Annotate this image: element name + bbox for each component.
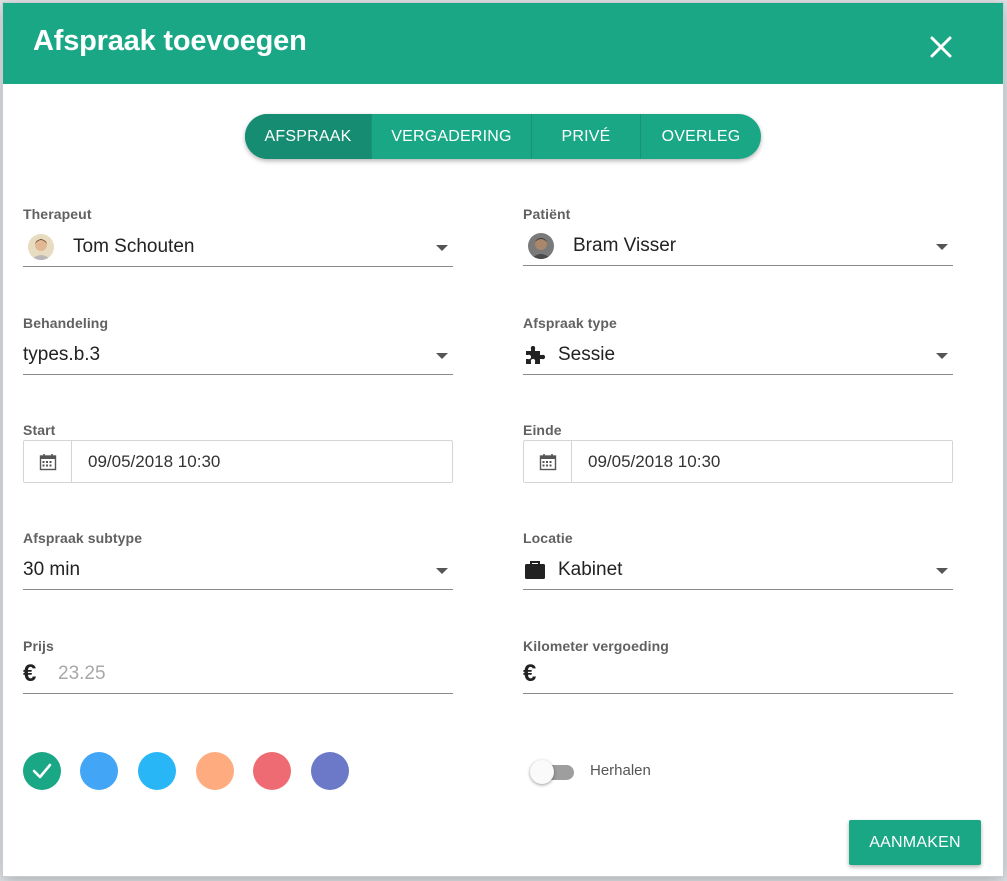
color-swatch[interactable]	[253, 752, 291, 790]
therapist-value: Tom Schouten	[73, 236, 195, 257]
price-input[interactable]: € 23.25	[23, 654, 453, 694]
price-label: Prijs	[23, 638, 54, 654]
color-swatch[interactable]	[196, 752, 234, 790]
dialog-header: Afspraak toevoegen	[3, 3, 1003, 84]
tab-overleg[interactable]: OVERLEG	[640, 114, 761, 159]
patient-avatar	[528, 233, 554, 259]
start-value: 09/05/2018 10:30	[88, 452, 221, 471]
appointment-type-value: Sessie	[558, 344, 616, 365]
repeat-label: Herhalen	[590, 762, 651, 779]
chevron-down-icon	[936, 353, 948, 359]
check-icon	[32, 763, 52, 779]
repeat-toggle[interactable]	[530, 760, 576, 786]
price-placeholder: 23.25	[58, 663, 106, 684]
briefcase-icon	[525, 561, 545, 579]
treatment-select[interactable]: types.b.3	[23, 335, 453, 375]
end-value: 09/05/2018 10:30	[588, 452, 721, 471]
treatment-label: Behandeling	[23, 315, 109, 331]
create-button[interactable]: AANMAKEN	[849, 820, 981, 865]
mileage-input[interactable]: €	[523, 654, 953, 694]
chevron-down-icon	[436, 353, 448, 359]
euro-icon: €	[523, 660, 537, 687]
location-value: Kabinet	[558, 559, 623, 580]
chevron-down-icon	[436, 245, 448, 251]
patient-select[interactable]: Bram Visser	[523, 226, 953, 266]
color-swatch-selected[interactable]	[23, 752, 61, 790]
toggle-knob	[530, 760, 554, 784]
appointment-kind-tabs: AFSPRAAK VERGADERING PRIVÉ OVERLEG	[245, 114, 761, 159]
appointment-type-select[interactable]: Sessie	[523, 335, 953, 375]
therapist-select[interactable]: Tom Schouten	[23, 227, 453, 267]
puzzle-icon	[526, 345, 546, 364]
chevron-down-icon	[936, 568, 948, 574]
end-datetime-input[interactable]: 09/05/2018 10:30	[523, 440, 953, 483]
therapist-label: Therapeut	[23, 206, 92, 222]
location-select[interactable]: Kabinet	[523, 550, 953, 590]
euro-icon: €	[23, 660, 37, 687]
subtype-select[interactable]: 30 min	[23, 550, 453, 590]
start-calendar-button[interactable]	[24, 441, 72, 482]
calendar-icon	[539, 453, 556, 470]
patient-value: Bram Visser	[573, 235, 677, 256]
start-label: Start	[23, 422, 56, 438]
color-swatch[interactable]	[80, 752, 118, 790]
close-icon	[930, 36, 952, 58]
mileage-label: Kilometer vergoeding	[523, 638, 669, 654]
therapist-avatar	[28, 234, 54, 260]
color-swatch[interactable]	[311, 752, 349, 790]
dialog-title: Afspraak toevoegen	[33, 25, 307, 57]
tab-vergadering[interactable]: VERGADERING	[371, 114, 531, 159]
treatment-value: types.b.3	[23, 344, 101, 365]
patient-label: Patiënt	[523, 206, 571, 222]
chevron-down-icon	[936, 244, 948, 250]
location-label: Locatie	[523, 530, 573, 546]
subtype-label: Afspraak subtype	[23, 530, 143, 546]
chevron-down-icon	[436, 568, 448, 574]
add-appointment-dialog: Afspraak toevoegen AFSPRAAK VERGADERING …	[3, 3, 1003, 876]
close-button[interactable]	[924, 30, 958, 64]
calendar-icon	[39, 453, 56, 470]
appointment-type-label: Afspraak type	[523, 315, 617, 331]
tab-prive[interactable]: PRIVÉ	[531, 114, 640, 159]
end-label: Einde	[523, 422, 562, 438]
color-swatch[interactable]	[138, 752, 176, 790]
tab-afspraak[interactable]: AFSPRAAK	[245, 114, 371, 159]
end-calendar-button[interactable]	[524, 441, 572, 482]
start-datetime-input[interactable]: 09/05/2018 10:30	[23, 440, 453, 483]
subtype-value: 30 min	[23, 559, 81, 580]
